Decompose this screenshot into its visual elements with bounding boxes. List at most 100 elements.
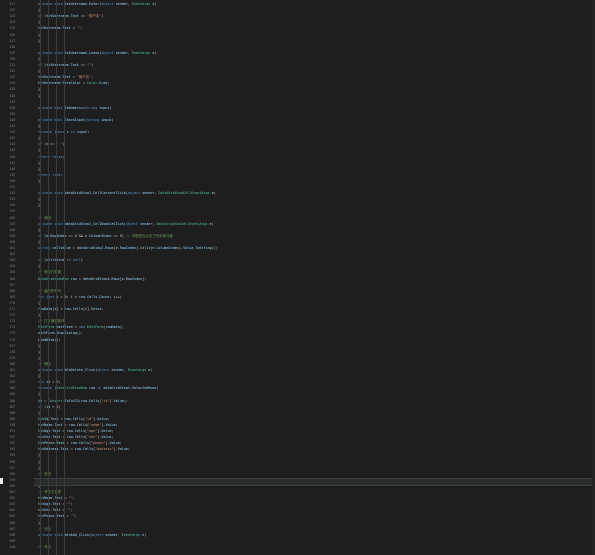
code-line[interactable]	[34, 100, 595, 105]
code-line[interactable]: }	[34, 203, 595, 208]
code-line[interactable]: // 导出	[34, 545, 595, 550]
code-line[interactable]: {	[34, 264, 595, 269]
code-line[interactable]: }	[34, 460, 595, 465]
code-line[interactable]: {	[34, 228, 595, 233]
code-line[interactable]: {	[34, 392, 595, 397]
code-line[interactable]: txtAge.Text = row.Cells["age"].Value;	[34, 429, 595, 434]
code-line[interactable]: private void dataGridView1_CellContentCl…	[34, 191, 595, 196]
code-line[interactable]: {	[34, 69, 595, 74]
code-line[interactable]: if (id > 0)	[34, 405, 595, 410]
code-line[interactable]: txtPhone.Text = row.Cells["phone"].Value…	[34, 441, 595, 446]
code-line[interactable]: {	[34, 374, 595, 379]
code-line[interactable]: if (txtUsername.Text == "用户名")	[34, 14, 595, 19]
line-number: 153	[9, 197, 15, 202]
code-line[interactable]: private void btnAdd_Click(object sender,…	[34, 533, 595, 538]
code-editor[interactable]: 121 122 123 124 125 126 127 128 129 130 131 132 133 1…	[0, 0, 595, 555]
line-number: 171	[9, 307, 15, 311]
code-line[interactable]	[34, 283, 595, 288]
code-line[interactable]	[34, 539, 595, 544]
code-line[interactable]: txtUsername.Text = "用户名";	[34, 75, 595, 80]
code-line[interactable]: }	[34, 453, 595, 458]
code-line[interactable]	[34, 45, 595, 50]
code-line[interactable]: if (e.RowIndex >= 0 && e.ColumnIndex >= …	[34, 234, 595, 239]
code-line[interactable]: {	[34, 301, 595, 306]
code-line[interactable]	[34, 252, 595, 257]
code-line[interactable]: }	[34, 179, 595, 184]
code-line[interactable]: private void txtUsername_Enter(object se…	[34, 2, 595, 7]
code-line[interactable]: {	[34, 57, 595, 62]
code-line[interactable]: DataGridViewRow row = dataGridView1.Rows…	[34, 277, 595, 282]
code-line[interactable]: if (c == ' ')	[34, 142, 595, 147]
code-line[interactable]: {	[34, 197, 595, 202]
code-line[interactable]: {	[34, 411, 595, 416]
line-number: 173	[9, 319, 15, 324]
code-line[interactable]: // 添加	[34, 527, 595, 532]
code-line[interactable]: txtSex.Text = row.Cells["sex"].Value;	[34, 435, 595, 440]
code-line[interactable]: // 遍历所有列	[34, 289, 595, 294]
code-line[interactable]: {	[34, 8, 595, 13]
line-number: 140	[9, 117, 15, 122]
code-line[interactable]: private bool IsNumeric(string input)	[34, 106, 595, 111]
line-number: 146	[9, 154, 15, 159]
line-number: 200	[9, 483, 15, 488]
code-line[interactable]: string cellValue = dataGridView1.Rows[e.…	[34, 246, 595, 251]
code-line[interactable]: private bool CheckInput(string input)	[34, 118, 595, 123]
line-number: 169	[9, 294, 15, 299]
code-line[interactable]: return false;	[34, 155, 595, 160]
code-line[interactable]	[34, 185, 595, 190]
line-number: 166	[9, 276, 15, 281]
code-line[interactable]: txtUsername.Text = "";	[34, 26, 595, 31]
code-line[interactable]: txtSex.Text = "";	[34, 508, 595, 513]
code-line[interactable]: }	[34, 356, 595, 361]
code-line[interactable]: editForm.ShowDialog();	[34, 331, 595, 336]
code-line[interactable]: foreach (DataGridViewRow row in dataGrid…	[34, 386, 595, 391]
code-line[interactable]: txtUsername.ForeColor = Color.Gray;	[34, 81, 595, 86]
code-line[interactable]: private void dataGridView1_CellDoubleCli…	[34, 222, 595, 227]
code-line[interactable]: }	[34, 521, 595, 526]
code-line[interactable]: LoadData();	[34, 338, 595, 343]
code-line[interactable]: }	[34, 466, 595, 471]
code-area[interactable]: private void txtUsername_Enter(object se…	[34, 0, 595, 555]
code-line[interactable]: id = Convert.ToInt32(row.Cells["id"].Val…	[34, 399, 595, 404]
code-line[interactable]	[34, 112, 595, 117]
code-line[interactable]: // 打开编辑窗体	[34, 319, 595, 324]
code-line[interactable]: foreach (char c in input)	[34, 130, 595, 135]
code-line[interactable]: {	[34, 240, 595, 245]
code-line[interactable]: }	[34, 161, 595, 166]
code-line[interactable]: }	[34, 94, 595, 99]
code-line[interactable]: }	[34, 350, 595, 355]
code-line[interactable]: }	[34, 313, 595, 318]
code-line[interactable]: {	[34, 20, 595, 25]
code-line[interactable]: }	[34, 87, 595, 92]
code-line[interactable]: }	[34, 39, 595, 44]
code-line[interactable]: return true;	[34, 173, 595, 178]
line-number: 137	[9, 99, 15, 104]
code-line[interactable]: private void txtUsername_Leave(object se…	[34, 51, 595, 56]
code-line[interactable]: {	[34, 148, 595, 153]
code-line[interactable]: rowData[i] = row.Cells[i].Value;	[34, 307, 595, 312]
code-line[interactable]: int id = 0;	[34, 380, 595, 385]
code-line[interactable]: txtAge.Text = "";	[34, 502, 595, 507]
code-line[interactable]: {	[34, 136, 595, 141]
code-line[interactable]: txtAddress.Text = row.Cells["address"].V…	[34, 447, 595, 452]
code-line[interactable]: // 删除	[34, 362, 595, 367]
code-line[interactable]: }	[34, 33, 595, 38]
code-line[interactable]: if (cellValue != null)	[34, 258, 595, 263]
code-line[interactable]: txtName.Text = row.Cells["name"].Value;	[34, 423, 595, 428]
code-line[interactable]	[34, 209, 595, 214]
code-line[interactable]: }	[34, 344, 595, 349]
code-line[interactable]: // 获取行数据	[34, 270, 595, 275]
code-line[interactable]: if (txtUsername.Text == "")	[34, 63, 595, 68]
line-number: 134	[9, 81, 15, 86]
code-line[interactable]: // 查询	[34, 472, 595, 477]
code-line[interactable]: // 编辑	[34, 216, 595, 221]
code-line[interactable]: {	[34, 124, 595, 129]
code-line[interactable]: }	[34, 167, 595, 172]
code-line[interactable]: txtPhone.Text = "";	[34, 514, 595, 519]
code-line[interactable]: private void btnDelete_Click(object send…	[34, 368, 595, 373]
code-line[interactable]: txtId.Text = row.Cells["id"].Value;	[34, 417, 595, 422]
code-line[interactable]: EditForm editForm = new EditForm(rowData…	[34, 325, 595, 330]
code-line[interactable]: // 清空文本框	[34, 490, 595, 495]
code-line[interactable]: txtName.Text = "";	[34, 496, 595, 501]
code-line[interactable]: for (int i = 0; i < row.Cells.Count; i++…	[34, 295, 595, 300]
